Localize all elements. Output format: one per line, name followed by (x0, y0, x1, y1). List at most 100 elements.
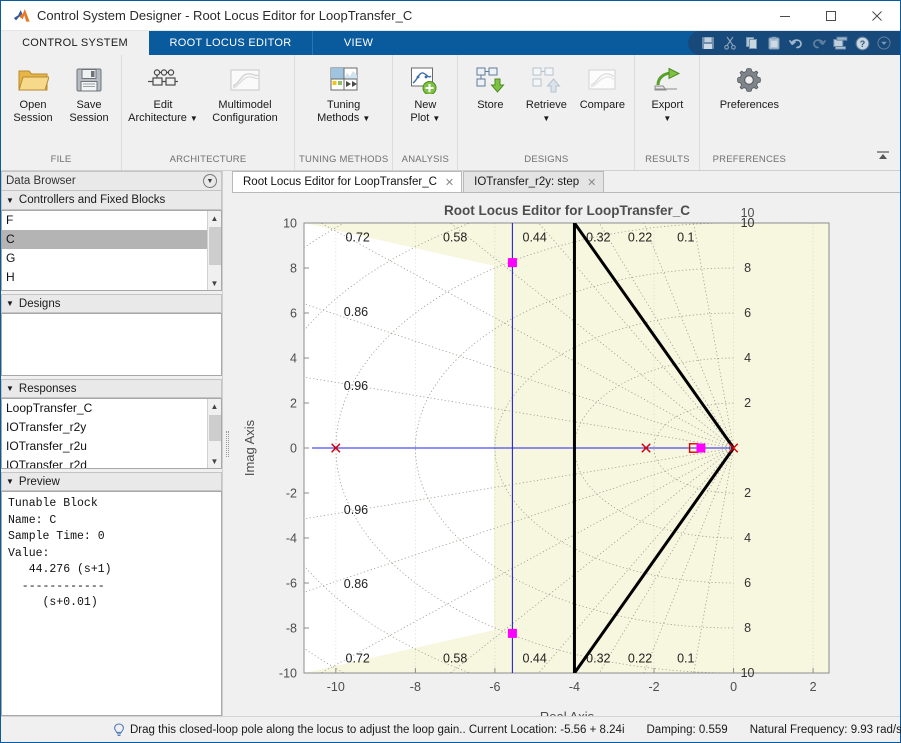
scroll-up-icon[interactable]: ▲ (207, 211, 221, 225)
svg-text:6: 6 (290, 307, 297, 321)
scrollbar-vertical[interactable]: ▲ ▼ (207, 399, 221, 468)
panel-options-icon[interactable]: ▼ (203, 174, 217, 188)
svg-text:0.44: 0.44 (523, 651, 547, 665)
svg-text:0.1: 0.1 (677, 651, 694, 665)
undo-icon[interactable] (786, 33, 806, 53)
cut-icon[interactable] (720, 33, 740, 53)
lightbulb-icon (113, 722, 125, 737)
section-title-designs: Designs (18, 297, 61, 310)
responses-listbox[interactable]: LoopTransfer_C IOTransfer_r2y IOTransfer… (1, 398, 222, 469)
export-label: Export ▼ (651, 99, 684, 123)
tab-root-locus-editor-doc[interactable]: Root Locus Editor for LoopTransfer_C ✕ (232, 171, 463, 192)
list-item[interactable]: G (2, 249, 207, 268)
panel-splitter[interactable] (223, 171, 232, 716)
section-header-preview[interactable]: ▼ Preview (1, 472, 222, 491)
edit-architecture-button[interactable]: Edit Architecture ▼ (126, 61, 200, 124)
floppy-save-icon (74, 63, 104, 97)
root-locus-plot[interactable]: Root Locus Editor for LoopTransfer_C -10… (232, 193, 900, 716)
svg-text:-4: -4 (569, 680, 580, 694)
close-icon[interactable]: ✕ (587, 176, 596, 189)
save-icon[interactable] (698, 33, 718, 53)
svg-text:0.22: 0.22 (628, 231, 652, 245)
list-item[interactable]: IOTransfer_r2u (2, 437, 207, 456)
ribbon-tab-bar: CONTROL SYSTEM ROOT LOCUS EDITOR VIEW ? (1, 31, 900, 55)
scrollbar-thumb[interactable] (209, 227, 221, 265)
paste-icon[interactable] (764, 33, 784, 53)
close-icon[interactable]: ✕ (445, 176, 454, 189)
retrieve-icon (531, 63, 561, 97)
multimodel-configuration-button[interactable]: Multimodel Configuration (200, 61, 290, 124)
tuning-methods-button[interactable]: Tuning Methods ▼ (307, 61, 381, 124)
tab-root-locus-editor[interactable]: ROOT LOCUS EDITOR (149, 31, 312, 55)
list-item[interactable]: IOTransfer_r2d (2, 456, 207, 468)
list-item[interactable]: F (2, 211, 207, 230)
chevron-down-icon: ▼ (6, 299, 14, 308)
maximize-icon[interactable] (808, 1, 854, 31)
section-header-responses[interactable]: ▼ Responses (1, 379, 222, 398)
help-icon[interactable]: ? (852, 33, 872, 53)
quick-access-toolbar: ? (688, 31, 900, 55)
svg-text:2: 2 (744, 396, 751, 410)
store-button[interactable]: Store (462, 61, 518, 112)
tab-view[interactable]: VIEW (312, 31, 404, 55)
tab-control-system[interactable]: CONTROL SYSTEM (1, 31, 149, 55)
save-session-button[interactable]: Save Session (61, 61, 117, 124)
section-header-designs[interactable]: ▼ Designs (1, 294, 222, 313)
copy-icon[interactable] (742, 33, 762, 53)
tab-iotransfer-step-doc[interactable]: IOTransfer_r2y: step ✕ (463, 171, 605, 192)
list-item[interactable]: C (2, 230, 207, 249)
close-icon[interactable] (854, 1, 900, 31)
compare-icon (587, 63, 617, 97)
list-item[interactable]: IOTransfer_r2y (2, 418, 207, 437)
new-plot-icon (410, 63, 440, 97)
block-diagram-icon (146, 63, 180, 97)
scrollbar-vertical[interactable]: ▲ ▼ (207, 211, 221, 290)
svg-text:0.1: 0.1 (677, 231, 694, 245)
redo-icon[interactable] (808, 33, 828, 53)
scroll-up-icon[interactable]: ▲ (207, 399, 221, 413)
chevron-down-icon: ▼ (6, 477, 14, 486)
window-title: Control System Designer - Root Locus Edi… (37, 8, 413, 23)
root-locus-svg[interactable]: Root Locus Editor for LoopTransfer_C -10… (232, 193, 900, 716)
retrieve-label: Retrieve ▼ (525, 99, 567, 123)
list-item[interactable]: LoopTransfer_C (2, 399, 207, 418)
new-plot-button[interactable]: New Plot ▼ (397, 61, 453, 124)
ribbon-group-results: Export ▼ RESULTS (634, 55, 699, 170)
preferences-button[interactable]: Preferences (704, 61, 794, 112)
status-bar: Drag this closed-loop pole along the loc… (1, 716, 901, 742)
svg-text:6: 6 (744, 576, 751, 590)
scrollbar-thumb[interactable] (209, 415, 221, 441)
svg-text:8: 8 (744, 621, 751, 635)
ribbon-group-file-label: FILE (50, 154, 72, 165)
store-label: Store (477, 99, 504, 111)
svg-text:-8: -8 (286, 622, 297, 636)
collapse-ribbon-icon[interactable] (872, 146, 894, 166)
scroll-down-icon[interactable]: ▼ (207, 276, 221, 290)
controllers-listbox[interactable]: F C G H ▲ ▼ (1, 210, 222, 291)
list-item[interactable]: H (2, 268, 207, 287)
chevron-down-icon[interactable] (874, 33, 894, 53)
scroll-down-icon[interactable]: ▼ (207, 454, 221, 468)
designs-listbox[interactable] (1, 313, 222, 376)
layout-icon[interactable] (830, 33, 850, 53)
compare-button[interactable]: Compare (574, 61, 630, 112)
section-title-controllers: Controllers and Fixed Blocks (18, 194, 166, 206)
y-axis-label: Imag Axis (242, 419, 257, 476)
retrieve-button[interactable]: Retrieve ▼ (518, 61, 574, 124)
tuning-methods-icon (329, 63, 359, 97)
minimize-icon[interactable] (762, 1, 808, 31)
svg-text:0.72: 0.72 (346, 231, 370, 245)
preview-text: Tunable Block Name: C Sample Time: 0 Val… (1, 491, 222, 716)
section-header-controllers[interactable]: ▼ Controllers and Fixed Blocks (1, 191, 222, 210)
save-session-label: Save Session (69, 99, 109, 124)
chevron-down-icon: ▼ (362, 113, 371, 123)
svg-text:8: 8 (290, 262, 297, 276)
ribbon-group-analysis: New Plot ▼ ANALYSIS (392, 55, 457, 170)
svg-text:2: 2 (810, 680, 817, 694)
compare-label: Compare (579, 99, 625, 111)
export-button[interactable]: Export ▼ (639, 61, 695, 124)
multimodel-configuration-label: Multimodel Configuration (212, 99, 278, 124)
open-session-button[interactable]: Open Session (5, 61, 61, 124)
open-session-label: Open Session (13, 99, 53, 124)
svg-text:0: 0 (730, 680, 737, 694)
